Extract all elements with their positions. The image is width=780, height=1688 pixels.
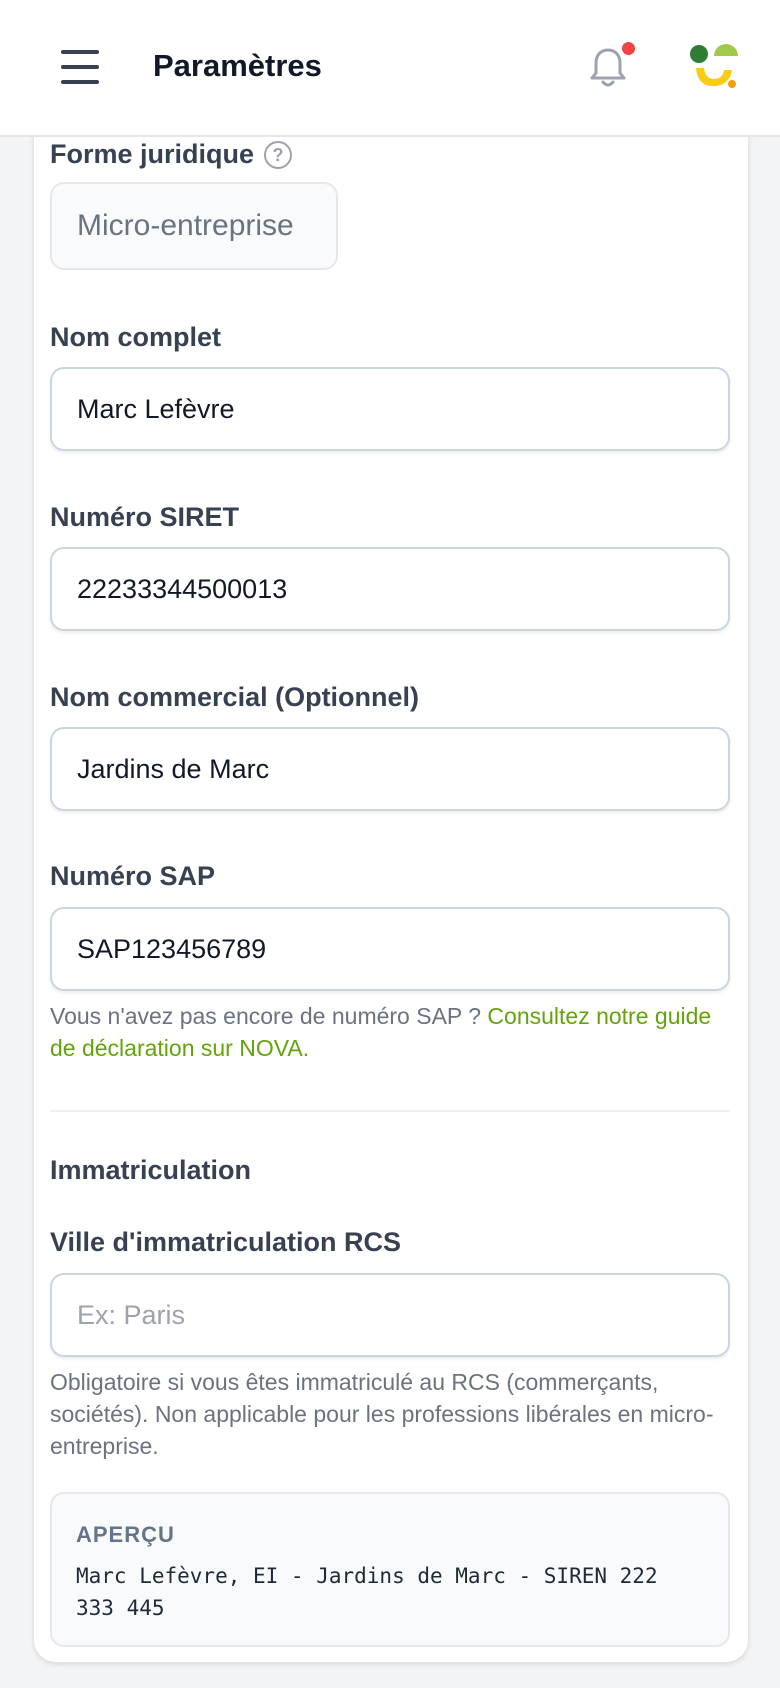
rcs-hint: Obligatoire si vous êtes immatriculé au … xyxy=(50,1369,714,1459)
app-logo-icon[interactable] xyxy=(690,44,738,90)
sap-input[interactable] xyxy=(50,907,730,991)
rcs-city-input[interactable] xyxy=(50,1273,730,1357)
top-app-bar: Paramètres xyxy=(0,0,780,137)
section-divider xyxy=(50,1110,730,1112)
trade-name-input[interactable] xyxy=(50,727,730,811)
legal-form-label: Forme juridique xyxy=(50,139,255,169)
full-name-input[interactable] xyxy=(50,367,730,451)
preview-title: APERÇU xyxy=(76,1522,175,1547)
hamburger-menu-icon[interactable] xyxy=(61,50,99,84)
siret-input[interactable] xyxy=(50,547,730,631)
bell-icon[interactable] xyxy=(588,46,628,90)
preview-box: APERÇU Marc Lefèvre, EI - Jardins de Mar… xyxy=(50,1492,730,1647)
rcs-city-label: Ville d'immatriculation RCS xyxy=(50,1227,401,1257)
registration-section-title: Immatriculation xyxy=(50,1155,252,1185)
full-name-label: Nom complet xyxy=(50,322,222,352)
sap-hint-text: Vous n'avez pas encore de numéro SAP ? xyxy=(50,1003,488,1029)
sap-hint: Vous n'avez pas encore de numéro SAP ? C… xyxy=(50,1000,740,1064)
legal-form-value: Micro-entreprise xyxy=(50,182,338,270)
question-circle-icon[interactable]: ? xyxy=(264,141,292,169)
siret-label: Numéro SIRET xyxy=(50,502,240,532)
sap-label: Numéro SAP xyxy=(50,861,216,891)
notification-dot xyxy=(622,42,635,55)
trade-name-label: Nom commercial (Optionnel) xyxy=(50,682,420,712)
page-title: Paramètres xyxy=(153,48,322,83)
preview-text: Marc Lefèvre, EI - Jardins de Marc - SIR… xyxy=(76,1564,658,1620)
